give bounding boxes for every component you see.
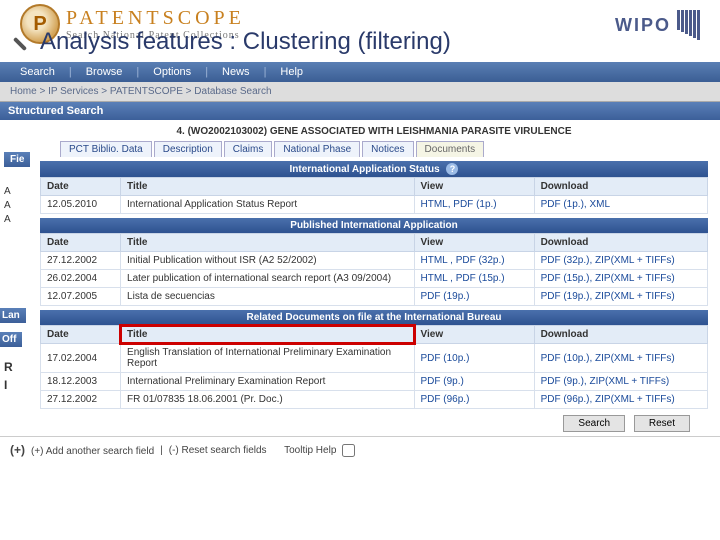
table-row: 12.07.2005Lista de secuenciasPDF (19p.)P…	[41, 288, 708, 306]
download-link[interactable]: PDF (1p.), XML	[541, 199, 610, 210]
table-row: 12.05.2010 International Application Sta…	[41, 196, 708, 214]
side-a2: A	[4, 200, 11, 211]
view-link[interactable]: PDF (9p.)	[421, 376, 464, 387]
side-off: Off	[0, 332, 22, 347]
breadcrumb: Home > IP Services > PATENTSCOPE > Datab…	[0, 82, 720, 102]
table-row: 27.12.2002Initial Publication without IS…	[41, 252, 708, 270]
side-r: R	[4, 360, 13, 374]
download-link[interactable]: PDF (9p.), ZIP(XML + TIFFs)	[541, 376, 670, 387]
view-link[interactable]: HTML, PDF (1p.)	[421, 199, 497, 210]
download-link[interactable]: PDF (32p.), ZIP(XML + TIFFs)	[541, 255, 675, 266]
help-icon[interactable]: ?	[446, 163, 458, 175]
th-title: Title	[121, 178, 414, 196]
crumb-home[interactable]: Home	[10, 86, 37, 97]
search-button[interactable]: Search	[563, 415, 625, 432]
table-related: Date Title View Download 17.02.2004Engli…	[40, 325, 708, 409]
th-view: View	[414, 178, 534, 196]
side-a3: A	[4, 214, 11, 225]
side-i: I	[4, 378, 7, 392]
table-published: Date Title View Download 27.12.2002Initi…	[40, 233, 708, 306]
crumb-ip[interactable]: IP Services	[48, 86, 98, 97]
tab-claims[interactable]: Claims	[224, 141, 273, 157]
footer-bar: (+)(+) Add another search field (+) Add …	[0, 436, 720, 463]
nav-search[interactable]: Search	[12, 66, 63, 78]
download-link[interactable]: PDF (15p.), ZIP(XML + TIFFs)	[541, 273, 675, 284]
side-a1: A	[4, 186, 11, 197]
reset-button[interactable]: Reset	[634, 415, 690, 432]
reset-fields-link[interactable]: (-) Reset search fields	[169, 445, 267, 456]
view-link[interactable]: PDF (96p.)	[421, 394, 470, 405]
crumb-scope[interactable]: PATENTSCOPE	[110, 86, 183, 97]
th-date: Date	[41, 178, 121, 196]
tooltip-checkbox[interactable]	[342, 444, 355, 457]
tab-description[interactable]: Description	[154, 141, 222, 157]
main-nav: Search| Browse| Options| News| Help	[0, 62, 720, 82]
section-app-status: International Application Status ?	[40, 161, 708, 177]
download-link[interactable]: PDF (19p.), ZIP(XML + TIFFs)	[541, 291, 675, 302]
table-row: 26.02.2004Later publication of internati…	[41, 270, 708, 288]
crumb-db[interactable]: Database Search	[194, 86, 271, 97]
tab-notices[interactable]: Notices	[362, 141, 413, 157]
highlight-box	[119, 324, 415, 345]
tab-national[interactable]: National Phase	[274, 141, 360, 157]
tab-biblio[interactable]: PCT Biblio. Data	[60, 141, 152, 157]
side-lan: Lan	[0, 308, 26, 323]
section-published: Published International Application	[40, 218, 708, 233]
table-app-status: Date Title View Download 12.05.2010 Inte…	[40, 177, 708, 214]
page-title: Analysis features : Clustering (filterin…	[0, 28, 720, 62]
result-title: 4. (WO2002103002) GENE ASSOCIATED WITH L…	[40, 124, 708, 139]
nav-news[interactable]: News	[214, 66, 258, 78]
nav-help[interactable]: Help	[272, 66, 311, 78]
download-link[interactable]: PDF (96p.), ZIP(XML + TIFFs)	[541, 394, 675, 405]
table-row: 27.12.2002FR 01/07835 18.06.2001 (Pr. Do…	[41, 391, 708, 409]
add-field-link[interactable]: (+) Add another search field	[31, 443, 154, 457]
view-link[interactable]: PDF (19p.)	[421, 291, 470, 302]
doc-tabs: PCT Biblio. Data Description Claims Nati…	[60, 141, 708, 157]
view-link[interactable]: HTML , PDF (15p.)	[421, 273, 505, 284]
table-row: 17.02.2004English Translation of Interna…	[41, 344, 708, 373]
th-download: Download	[534, 178, 707, 196]
nav-options[interactable]: Options	[145, 66, 199, 78]
nav-browse[interactable]: Browse	[78, 66, 131, 78]
side-fie: Fie	[4, 152, 30, 167]
section-related: Related Documents on file at the Interna…	[40, 310, 708, 325]
download-link[interactable]: PDF (10p.), ZIP(XML + TIFFs)	[541, 353, 675, 364]
table-row: 18.12.2003International Preliminary Exam…	[41, 373, 708, 391]
view-link[interactable]: HTML , PDF (32p.)	[421, 255, 505, 266]
brand-name: PATENTSCOPE	[66, 7, 245, 30]
panel-header: Structured Search	[0, 102, 720, 120]
view-link[interactable]: PDF (10p.)	[421, 353, 470, 364]
tab-documents[interactable]: Documents	[416, 141, 485, 157]
tooltip-label: Tooltip Help	[284, 445, 336, 456]
